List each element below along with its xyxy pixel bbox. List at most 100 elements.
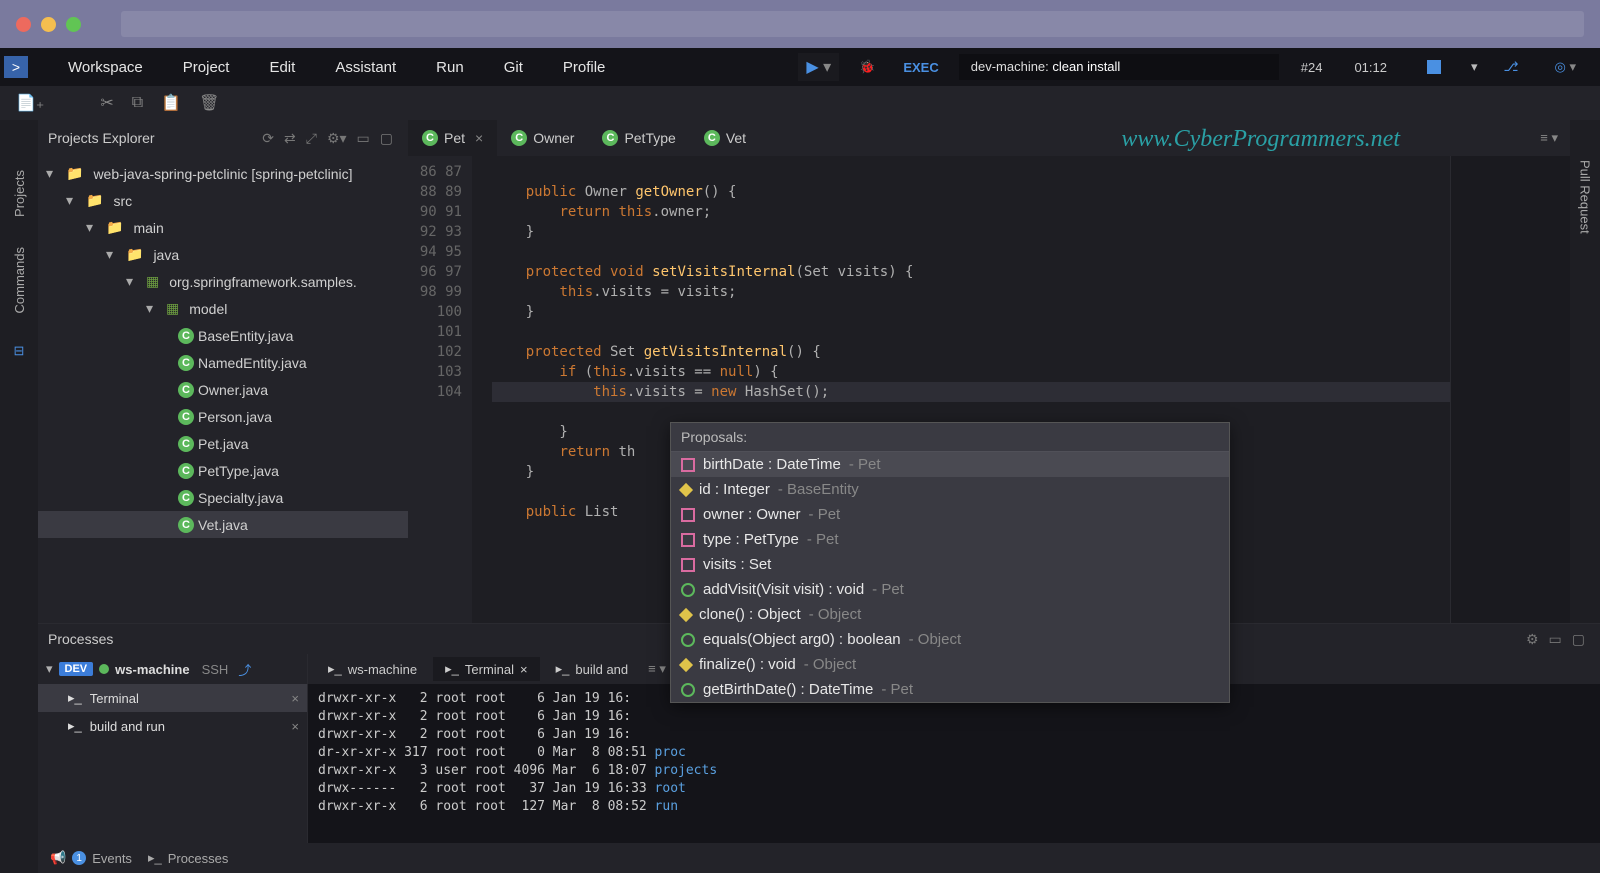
- tree-file[interactable]: COwner.java: [38, 376, 408, 403]
- refresh-icon[interactable]: ⟳: [257, 130, 279, 147]
- stop-button[interactable]: [1427, 60, 1441, 74]
- left-rail: Projects Commands ⊟: [0, 120, 38, 873]
- window-titlebar: [0, 0, 1600, 48]
- close-process-icon[interactable]: ×: [291, 691, 299, 706]
- statusbar: 📢1 Events ▸_Processes: [38, 843, 1600, 873]
- tree-file[interactable]: CSpecialty.java: [38, 484, 408, 511]
- processes-min-icon[interactable]: ▭: [1544, 631, 1567, 648]
- run-button[interactable]: ▶ ▾: [798, 53, 839, 81]
- processes-button[interactable]: ▸_Processes: [148, 850, 228, 866]
- editor-tab-pettype[interactable]: CPetType: [588, 120, 689, 156]
- menu-assistant[interactable]: Assistant: [315, 51, 416, 84]
- class-icon: C: [511, 130, 527, 146]
- git-branch-icon[interactable]: ⎇: [1490, 59, 1533, 75]
- tree-src[interactable]: ▾📁src: [38, 187, 408, 214]
- proposal-kind-icon: [681, 633, 695, 647]
- tree-java[interactable]: ▾📁java: [38, 241, 408, 268]
- processes-label: Processes: [168, 851, 229, 866]
- close-panel-icon[interactable]: ▢: [375, 130, 398, 147]
- machine-row[interactable]: ▾ DEV ws-machine SSH ⤴: [38, 654, 307, 684]
- link-icon[interactable]: ⤢: [301, 130, 322, 147]
- commands-tab[interactable]: Commands: [12, 247, 27, 313]
- status-dot-icon: [99, 664, 109, 674]
- proposal-item[interactable]: finalize() : void - Object: [671, 652, 1229, 677]
- cut-icon[interactable]: ✂: [100, 93, 113, 113]
- close-window-icon[interactable]: [16, 17, 31, 32]
- command-prefix: dev-machine:: [971, 59, 1053, 74]
- menu-profile[interactable]: Profile: [543, 51, 626, 84]
- proposal-kind-icon: [681, 458, 695, 472]
- tree-root[interactable]: ▾📁web-java-spring-petclinic [spring-petc…: [38, 160, 408, 187]
- settings-icon[interactable]: ⚙▾: [322, 130, 352, 147]
- address-bar[interactable]: [121, 11, 1584, 37]
- autocomplete-popup: Proposals: birthDate : DateTime - Petid …: [670, 422, 1230, 703]
- proposal-kind-icon: [681, 583, 695, 597]
- tree-file[interactable]: CVet.java: [38, 511, 408, 538]
- events-label: Events: [92, 851, 132, 866]
- proposal-kind-icon: [681, 508, 695, 522]
- minimize-panel-icon[interactable]: ▭: [352, 130, 375, 147]
- commands-icon[interactable]: ⊟: [14, 343, 25, 359]
- proposal-item[interactable]: birthDate : DateTime - Pet: [671, 452, 1229, 477]
- tree-file[interactable]: CPerson.java: [38, 403, 408, 430]
- terminal-output[interactable]: drwxr-xr-x 2 root root 6 Jan 19 16: drwx…: [308, 684, 1600, 843]
- class-icon: C: [178, 463, 194, 479]
- menu-run[interactable]: Run: [416, 51, 484, 84]
- close-terminal-icon[interactable]: ×: [520, 662, 528, 677]
- terminal-tab[interactable]: ▸_Terminal×: [433, 657, 539, 681]
- delete-icon[interactable]: 🗑: [199, 93, 219, 113]
- tabs-more-icon[interactable]: ≡ ▾: [1528, 130, 1570, 146]
- machine-name: ws-machine: [115, 662, 189, 677]
- tree-file[interactable]: CNamedEntity.java: [38, 349, 408, 376]
- edit-toolbar: 📄₊ ✂ ⧉ 📋 🗑: [0, 86, 1600, 120]
- close-tab-icon[interactable]: ×: [475, 130, 483, 146]
- processes-settings-icon[interactable]: ⚙: [1521, 631, 1544, 648]
- processes-max-icon[interactable]: ▢: [1567, 631, 1590, 648]
- editor-tab-owner[interactable]: COwner: [497, 120, 588, 156]
- tree-model[interactable]: ▾▦model: [38, 295, 408, 322]
- proposal-item[interactable]: id : Integer - BaseEntity: [671, 477, 1229, 502]
- expand-sidebar-button[interactable]: >: [4, 56, 28, 78]
- menu-project[interactable]: Project: [163, 51, 250, 84]
- tree-package[interactable]: ▾▦org.springframework.samples.: [38, 268, 408, 295]
- process-item[interactable]: ▸_Terminal×: [38, 684, 307, 712]
- menu-workspace[interactable]: Workspace: [48, 51, 163, 84]
- tree-file[interactable]: CBaseEntity.java: [38, 322, 408, 349]
- class-icon: C: [178, 517, 194, 533]
- events-button[interactable]: 📢1 Events: [50, 850, 132, 866]
- debug-button[interactable]: 🐞: [851, 55, 883, 79]
- proposal-item[interactable]: visits : Set: [671, 552, 1229, 577]
- target-icon[interactable]: ◎ ▾: [1545, 59, 1587, 75]
- proposal-item[interactable]: addVisit(Visit visit) : void - Pet: [671, 577, 1229, 602]
- ssh-icon[interactable]: ⤴: [238, 660, 251, 679]
- terminal-tab[interactable]: ▸_build and: [544, 657, 641, 681]
- tree-file[interactable]: CPetType.java: [38, 457, 408, 484]
- menu-edit[interactable]: Edit: [249, 51, 315, 84]
- projects-tab[interactable]: Projects: [12, 170, 27, 217]
- command-field[interactable]: dev-machine: clean install: [959, 54, 1279, 80]
- collapse-icon[interactable]: ⇄: [279, 130, 301, 147]
- terminal-tab[interactable]: ▸_ws-machine: [316, 657, 429, 681]
- maximize-window-icon[interactable]: [66, 17, 81, 32]
- proposal-kind-icon: [681, 558, 695, 572]
- close-process-icon[interactable]: ×: [291, 719, 299, 734]
- editor-tab-pet[interactable]: CPet×: [408, 120, 497, 156]
- paste-icon[interactable]: 📋: [161, 93, 181, 113]
- menu-git[interactable]: Git: [484, 51, 543, 84]
- run-dropdown[interactable]: ▾: [1471, 59, 1478, 75]
- copy-icon[interactable]: ⧉: [132, 94, 143, 112]
- tree-file[interactable]: CPet.java: [38, 430, 408, 457]
- proposal-item[interactable]: type : PetType - Pet: [671, 527, 1229, 552]
- process-item[interactable]: ▸_build and run×: [38, 712, 307, 740]
- new-file-icon[interactable]: 📄₊: [16, 93, 44, 113]
- proposal-item[interactable]: owner : Owner - Pet: [671, 502, 1229, 527]
- proposals-header: Proposals:: [671, 423, 1229, 452]
- tree-main[interactable]: ▾📁main: [38, 214, 408, 241]
- explorer-title: Projects Explorer: [48, 130, 155, 146]
- proposal-item[interactable]: equals(Object arg0) : boolean - Object: [671, 627, 1229, 652]
- minimize-window-icon[interactable]: [41, 17, 56, 32]
- proposal-item[interactable]: getBirthDate() : DateTime - Pet: [671, 677, 1229, 702]
- pull-request-tab[interactable]: Pull Request: [1578, 160, 1593, 234]
- editor-tab-vet[interactable]: CVet: [690, 120, 760, 156]
- proposal-item[interactable]: clone() : Object - Object: [671, 602, 1229, 627]
